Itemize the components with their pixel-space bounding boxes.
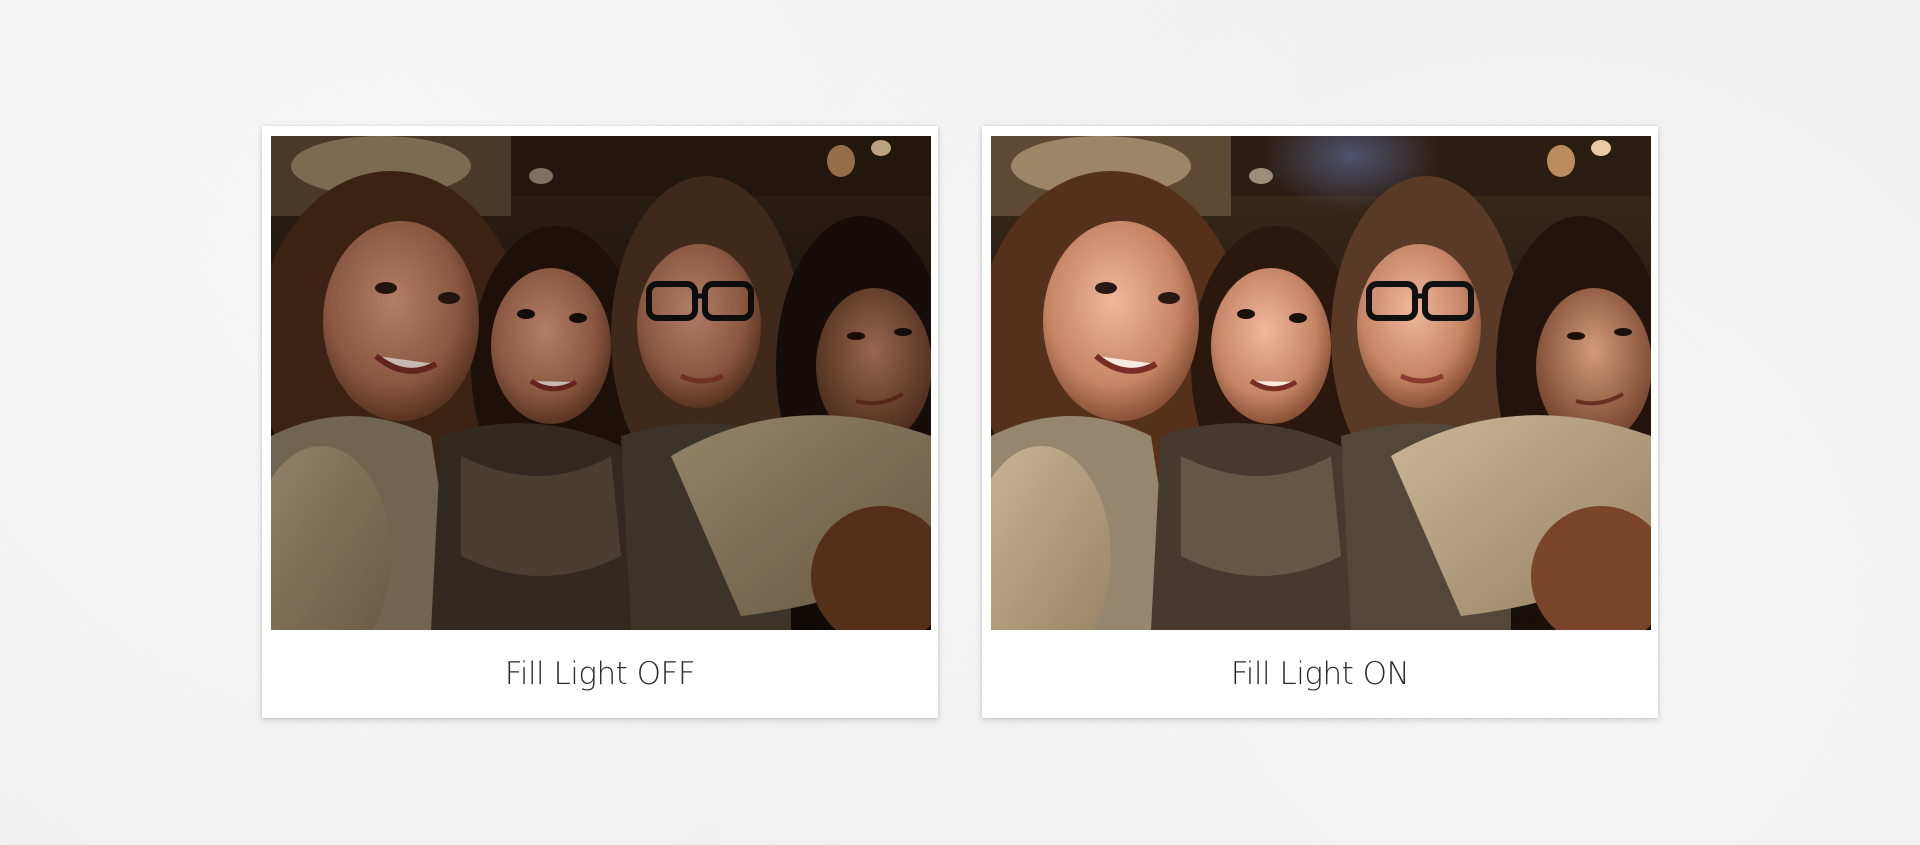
selfie-illustration xyxy=(991,136,1651,630)
photo-caption: Fill Light ON xyxy=(1230,656,1410,692)
selfie-photo-fill-light-off xyxy=(271,136,931,630)
photo-card-fill-light-on: Fill Light ON xyxy=(982,126,1658,718)
page-background: Fill Light OFF Fill Light ON xyxy=(0,0,1920,845)
photo-card-fill-light-off: Fill Light OFF xyxy=(262,126,938,718)
selfie-photo-fill-light-on xyxy=(991,136,1651,630)
selfie-illustration xyxy=(271,136,931,630)
photo-caption: Fill Light OFF xyxy=(504,656,696,692)
